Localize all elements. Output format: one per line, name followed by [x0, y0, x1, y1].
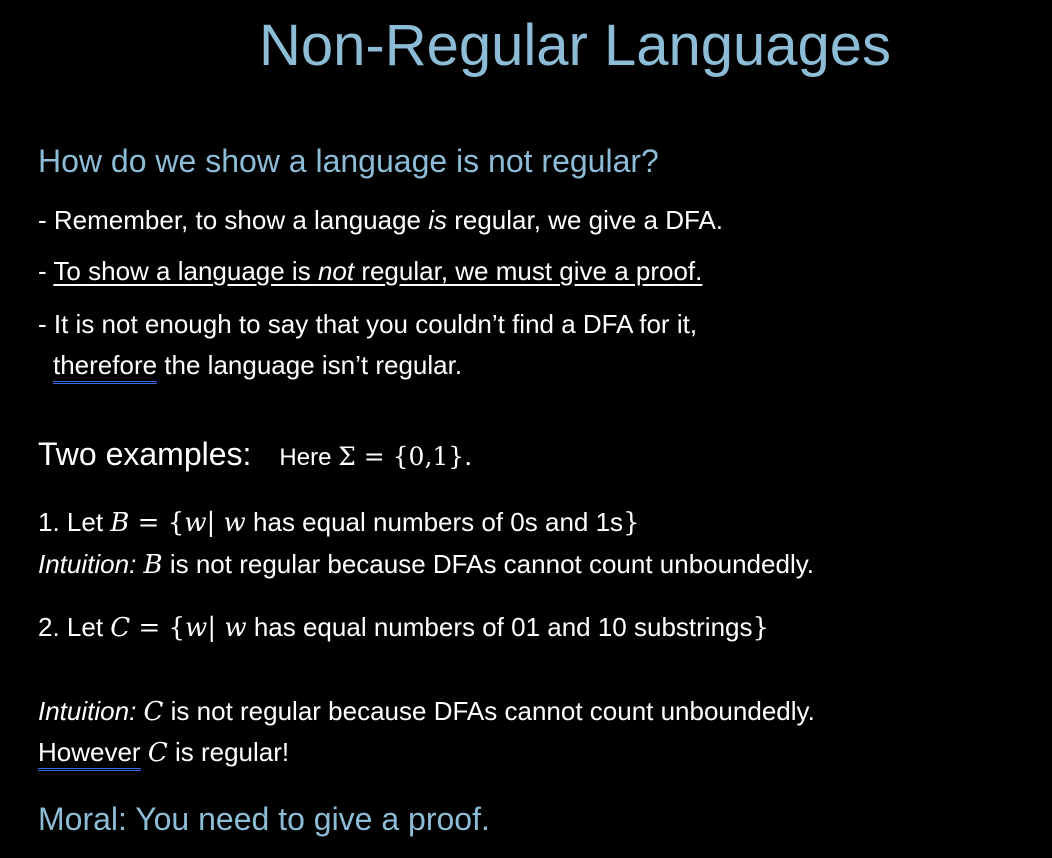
- however-text: is regular!: [167, 737, 290, 767]
- bullet-1-c: regular, we give a DFA.: [447, 205, 724, 235]
- intuition-2: Intuition: C is not regular because DFAs…: [38, 696, 815, 727]
- ex1-desc: has equal numbers of 0s and 1s: [245, 507, 624, 537]
- however-word: However: [38, 737, 141, 771]
- bullet-2-dash: -: [38, 256, 54, 286]
- intuition-1-var: B: [143, 550, 163, 580]
- therefore-word: therefore: [53, 350, 158, 384]
- ex1-var: B: [110, 508, 130, 538]
- ex2-eq: = {: [130, 613, 186, 643]
- question-heading: How do we show a language is not regular…: [38, 143, 659, 179]
- ex2-close: }: [752, 613, 770, 643]
- ex2-w2: w: [224, 613, 247, 643]
- moral: Moral: You need to give a proof.: [38, 801, 490, 837]
- examples-heading: Two examples:: [38, 436, 252, 472]
- intuition-1: Intuition: B is not regular because DFAs…: [38, 549, 814, 580]
- bullet-3-line-2: therefore the language isn’t regular.: [53, 350, 463, 384]
- intuition-1-text: is not regular because DFAs cannot count…: [162, 549, 815, 579]
- examples-here: Here: [279, 444, 339, 471]
- bullet-1-emph: is: [428, 205, 447, 235]
- ex1-bar: |: [206, 508, 224, 538]
- ex2-var: C: [110, 613, 131, 643]
- bullet-1-a: - Remember, to show a language: [38, 205, 429, 235]
- intuition-2-var: C: [143, 697, 164, 727]
- bullet-2-c: regular, we must give a proof.: [354, 256, 703, 286]
- however-var: C: [147, 738, 168, 768]
- ex1-w2: w: [223, 508, 246, 538]
- bullet-2-emph: not: [317, 256, 355, 286]
- slide-title: Non-Regular Languages: [259, 13, 891, 78]
- ex1-close: }: [623, 508, 640, 538]
- bullet-1: - Remember, to show a language is regula…: [38, 205, 723, 236]
- example-2: 2. Let C = {w| w has equal numbers of 01…: [38, 612, 769, 643]
- intuition-2-text: is not regular because DFAs cannot count…: [163, 696, 815, 726]
- ex1-w: w: [184, 508, 207, 538]
- ex1-let: 1. Let: [38, 507, 111, 537]
- intuition-2-label: Intuition:: [38, 696, 144, 726]
- bullet-2-a: To show a language is: [53, 256, 318, 286]
- ex1-eq: = {: [129, 508, 185, 538]
- example-1: 1. Let B = {w| w has equal numbers of 0s…: [38, 507, 640, 538]
- however-line: However C is regular!: [38, 737, 290, 771]
- examples-sigma: Σ = {0,1}.: [338, 442, 473, 471]
- ex2-let: 2. Let: [38, 612, 111, 642]
- bullet-2: - To show a language is not regular, we …: [38, 256, 702, 287]
- intuition-1-label: Intuition:: [38, 549, 144, 579]
- bullet-3-line-1: - It is not enough to say that you could…: [38, 309, 698, 339]
- ex2-w: w: [185, 613, 208, 643]
- ex2-bar: |: [207, 613, 225, 643]
- examples-heading-line: Two examples: Here Σ = {0,1}.: [38, 436, 472, 473]
- bullet-3-rest: the language isn’t regular.: [157, 350, 463, 380]
- ex2-desc: has equal numbers of 01 and 10 substring…: [246, 612, 753, 642]
